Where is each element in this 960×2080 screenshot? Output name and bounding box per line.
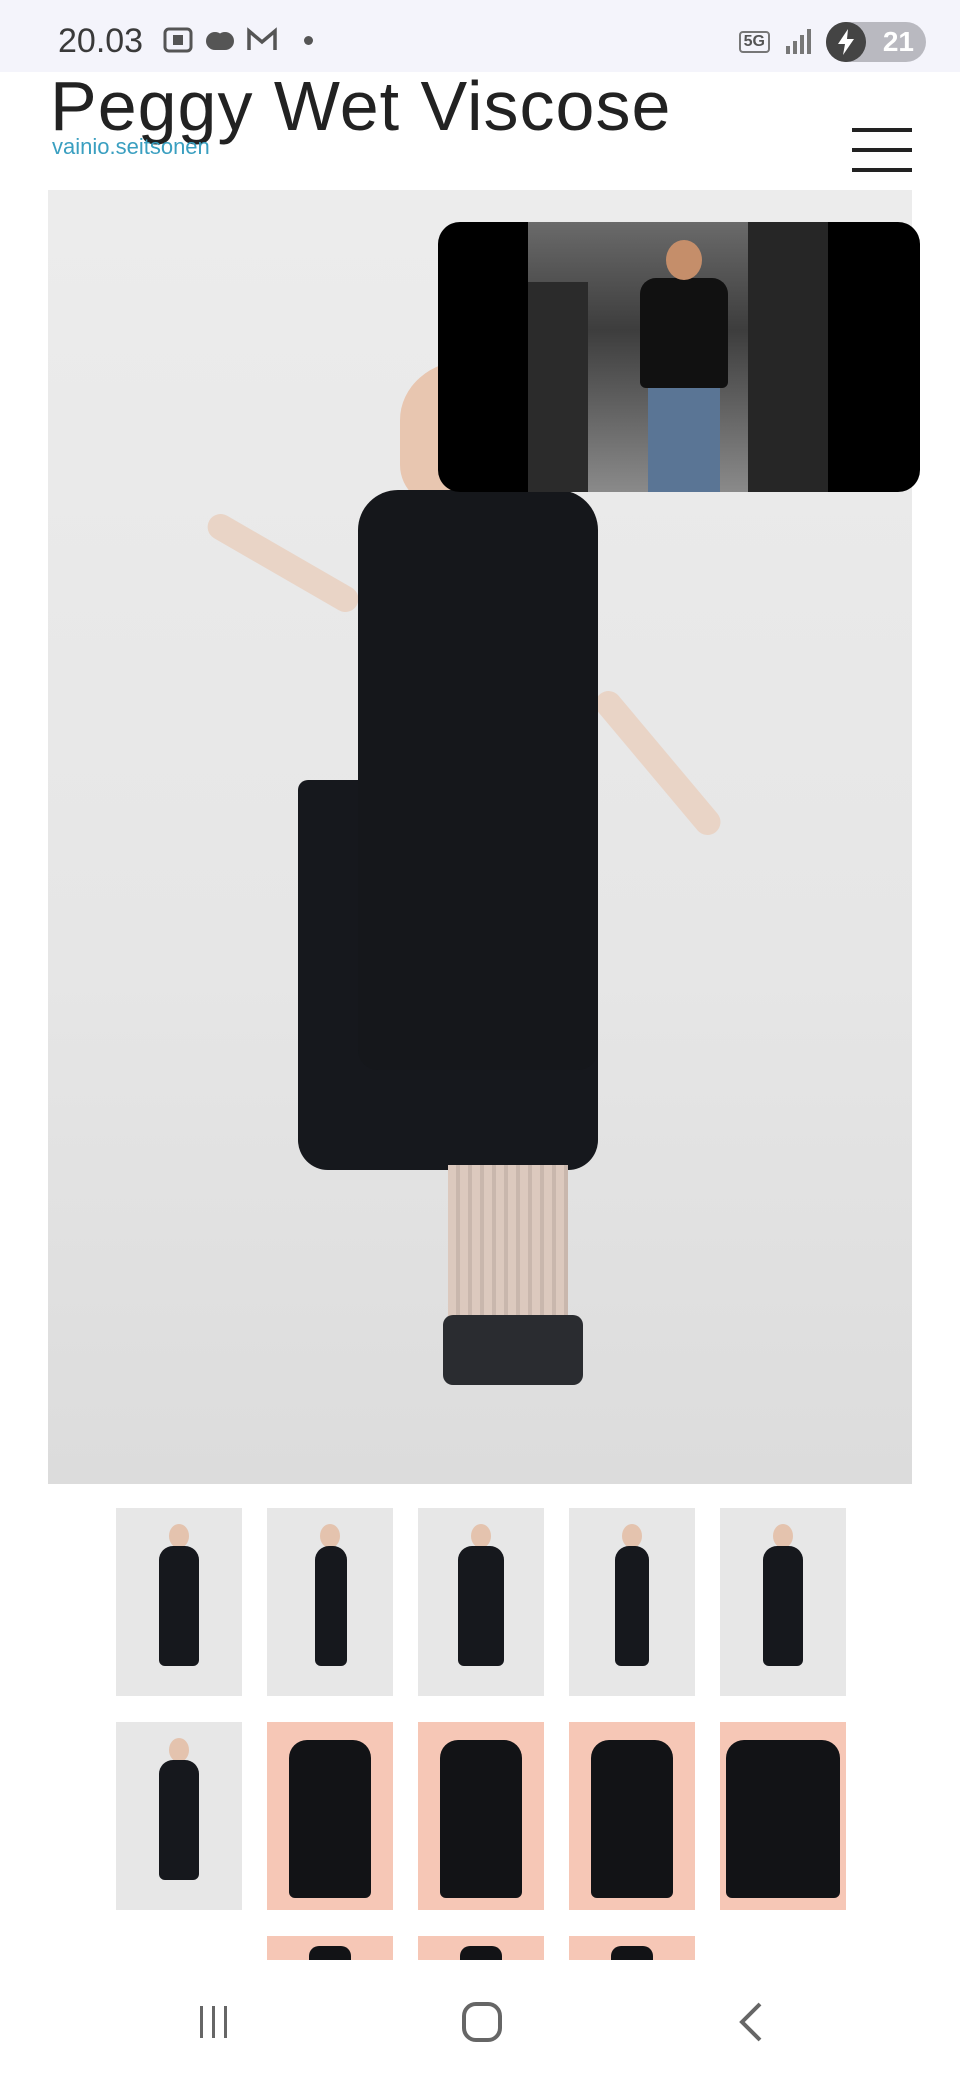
thumbnail-model[interactable] — [418, 1508, 544, 1696]
recent-apps-icon[interactable] — [184, 2000, 244, 2044]
network-5g-icon: 5G — [738, 31, 770, 53]
status-right-icons: 5G 21 — [738, 22, 926, 62]
thumbnail-flat-dress[interactable] — [418, 1722, 544, 1910]
notification-dot — [304, 35, 313, 45]
video-person — [640, 278, 728, 388]
signal-icon — [786, 29, 811, 54]
video-background — [748, 222, 828, 492]
battery-level: 21 — [882, 26, 914, 57]
picture-in-picture-video[interactable] — [438, 222, 920, 492]
dress-body — [358, 490, 598, 1070]
video-person — [648, 382, 720, 492]
thumbnail-model[interactable] — [720, 1508, 846, 1696]
status-left-icons — [162, 26, 313, 54]
thumbnail-flat-dress[interactable] — [569, 1722, 695, 1910]
thumbnail-model[interactable] — [267, 1508, 393, 1696]
hamburger-menu-icon[interactable] — [852, 128, 912, 172]
battery-indicator: 21 — [826, 22, 926, 62]
model-legs — [448, 1165, 568, 1325]
page-header: Peggy Wet Viscose vainio.seitsonen — [0, 72, 960, 190]
thumbnail-row — [116, 1508, 846, 1696]
thumbnail-flat-dress[interactable] — [418, 1936, 544, 1960]
thumbnail-model[interactable] — [569, 1508, 695, 1696]
thumbnail-model[interactable] — [116, 1508, 242, 1696]
gmail-icon — [247, 27, 277, 50]
home-icon[interactable] — [452, 2000, 512, 2044]
model-shoes — [443, 1315, 583, 1385]
video-person — [666, 240, 702, 280]
system-nav-bar — [0, 1960, 960, 2080]
model-arm — [590, 685, 726, 841]
thumbnail-flat-dress[interactable] — [267, 1936, 393, 1960]
cloud-icon — [206, 32, 234, 50]
brand-link[interactable]: vainio.seitsonen — [52, 134, 210, 160]
thumbnail-row — [267, 1936, 695, 1960]
video-background — [528, 282, 588, 492]
battery-charging-icon — [826, 22, 866, 62]
status-time: 20.03 — [58, 22, 144, 60]
screenshot-icon — [163, 27, 193, 53]
thumbnail-flat-dress[interactable] — [267, 1722, 393, 1910]
video-frame — [528, 222, 828, 492]
thumbnail-row — [116, 1722, 846, 1910]
thumbnail-flat-dress[interactable] — [569, 1936, 695, 1960]
thumbnail-model[interactable] — [116, 1722, 242, 1910]
thumbnail-flat-dress[interactable] — [720, 1722, 846, 1910]
status-bar: 20.03 5G 21 — [0, 0, 960, 72]
back-icon[interactable] — [722, 2000, 782, 2044]
model-arm — [202, 509, 364, 617]
